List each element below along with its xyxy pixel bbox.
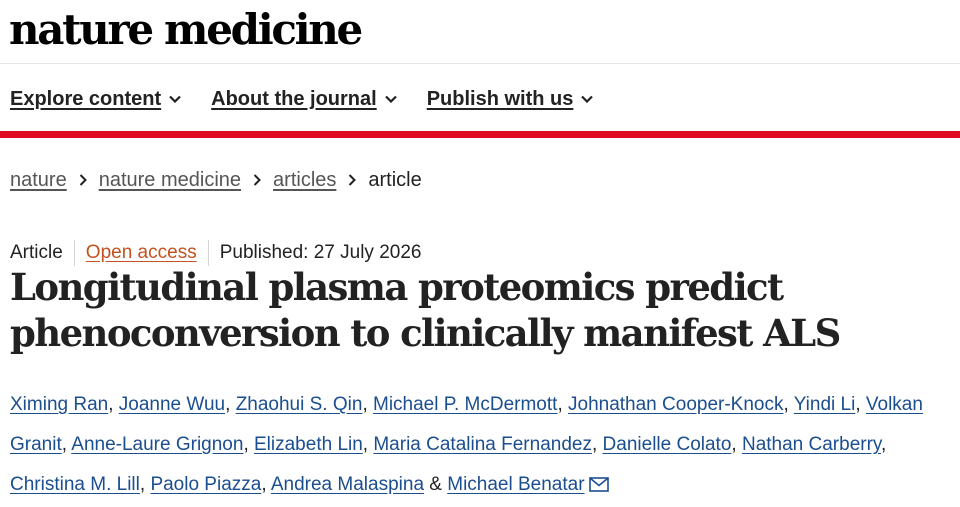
chevron-down-icon [169, 95, 181, 103]
author-separator: , [881, 434, 887, 455]
nav-item-label: Publish with us [426, 87, 574, 110]
author-separator: , [243, 434, 254, 455]
author-link[interactable]: Johnathan Cooper-Knock [568, 394, 783, 415]
author-link[interactable]: Zhaohui S. Qin [236, 394, 363, 415]
nav-explore-content[interactable]: Explore content [10, 88, 181, 111]
author-separator: , [139, 474, 151, 495]
author-link[interactable]: Danielle Colato [603, 434, 732, 455]
chevron-down-icon [581, 95, 594, 103]
author-link[interactable]: Joanne Wuu [119, 394, 225, 415]
author-separator: , [261, 474, 271, 495]
breadcrumb-nature[interactable]: nature [10, 169, 67, 192]
published-date: Published: 27 July 2026 [219, 242, 422, 263]
nav-item-label: Explore content [10, 87, 162, 110]
breadcrumb-articles[interactable]: articles [273, 169, 336, 192]
author-separator: , [557, 394, 568, 415]
author-separator: , [362, 394, 373, 415]
meta-divider [207, 240, 209, 266]
author-joiner: & [424, 474, 448, 495]
chevron-right-icon [253, 174, 261, 186]
author-separator: , [362, 434, 374, 455]
author-link[interactable]: Michael Benatar [447, 474, 584, 495]
article-type: Article [10, 242, 63, 263]
author-link[interactable]: Maria Catalina Fernandez [373, 434, 592, 455]
author-link[interactable]: Nathan Carberry [742, 434, 881, 455]
author-separator: , [225, 394, 236, 415]
author-link[interactable]: Christina M. Lill [10, 474, 140, 495]
author-link[interactable]: Elizabeth Lin [254, 434, 363, 455]
breadcrumb-current: article [368, 168, 422, 191]
breadcrumb: nature nature medicine articles article [10, 167, 422, 193]
mail-icon[interactable] [588, 467, 609, 507]
author-link[interactable]: Andrea Malaspina [271, 474, 424, 495]
author-link[interactable]: Anne-Laure Grignon [71, 434, 243, 455]
meta-divider [73, 240, 75, 266]
header-divider [0, 63, 960, 64]
chevron-right-icon [348, 174, 357, 186]
author-separator: , [108, 394, 119, 415]
chevron-down-icon [384, 95, 397, 103]
author-link[interactable]: Yindi Li [794, 394, 856, 415]
author-link[interactable]: Michael P. McDermott [373, 394, 557, 415]
nav-item-label: About the journal [211, 87, 377, 110]
nav-about-the-journal[interactable]: About the journal [211, 88, 397, 111]
nav-publish-with-us[interactable]: Publish with us [427, 88, 594, 111]
article-title: Longitudinal plasma proteomics predict p… [10, 265, 841, 355]
author-separator: , [61, 434, 72, 455]
author-separator: , [731, 434, 742, 455]
main-nav: Explore content About the journal Publis… [10, 84, 623, 114]
chevron-right-icon [79, 174, 87, 186]
author-list: Ximing Ran, Joanne Wuu, Zhaohui S. Qin, … [10, 385, 955, 507]
author-separator: , [783, 394, 794, 415]
author-separator: , [591, 434, 603, 455]
article-meta: Article Open access Published: 27 July 2… [10, 240, 421, 266]
open-access-link[interactable]: Open access [86, 242, 197, 264]
breadcrumb-nature-medicine[interactable]: nature medicine [99, 169, 241, 192]
author-link[interactable]: Paolo Piazza [150, 474, 261, 495]
author-separator: , [855, 394, 866, 415]
author-link[interactable]: Ximing Ran [10, 394, 108, 415]
accent-bar [0, 131, 960, 138]
site-logo[interactable]: nature medicine [9, 2, 363, 58]
